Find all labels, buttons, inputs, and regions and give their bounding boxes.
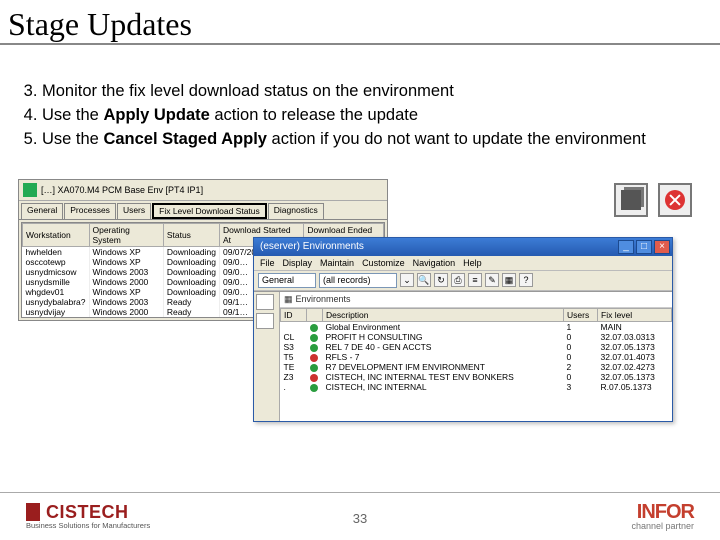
maximize-button[interactable]: □ bbox=[636, 240, 652, 254]
win1-tabs: General Processes Users Fix Level Downlo… bbox=[19, 201, 387, 220]
menu-help[interactable]: Help bbox=[463, 258, 482, 268]
col-workstation[interactable]: Workstation bbox=[23, 223, 90, 246]
cistech-logo: CISTECH Business Solutions for Manufactu… bbox=[26, 503, 150, 530]
col-status[interactable] bbox=[307, 308, 323, 321]
app-icon bbox=[23, 183, 37, 197]
table-row[interactable]: T5RFLS - 7032.07.01.4073 bbox=[281, 352, 672, 362]
page-number: 33 bbox=[353, 511, 367, 526]
toolbar-icon[interactable]: ⌄ bbox=[400, 273, 414, 287]
close-button[interactable]: × bbox=[654, 240, 670, 254]
win2-sidebar bbox=[254, 292, 280, 421]
status-dot-icon bbox=[310, 384, 318, 392]
environments-window: (eserver) Environments _ □ × File Displa… bbox=[253, 237, 673, 422]
win1-title: […] XA070.M4 PCM Base Env [PT4 IP1] bbox=[41, 185, 203, 195]
find-icon[interactable]: 🔍 bbox=[417, 273, 431, 287]
tab-users[interactable]: Users bbox=[117, 203, 151, 219]
win2-toolbar: General (all records) ⌄ 🔍 ↻ ⎙ ≡ ✎ ▦ ? bbox=[254, 271, 672, 291]
refresh-icon[interactable]: ↻ bbox=[434, 273, 448, 287]
screenshot-area: […] XA070.M4 PCM Base Env [PT4 IP1] Gene… bbox=[18, 179, 702, 409]
sidebar-list-icon[interactable] bbox=[256, 313, 274, 329]
grid-icon[interactable]: ▦ bbox=[502, 273, 516, 287]
col-fixlevel[interactable]: Fix level bbox=[598, 308, 672, 321]
status-dot-icon bbox=[310, 374, 318, 382]
help-icon[interactable]: ? bbox=[519, 273, 533, 287]
table-row[interactable]: .CISTECH, INC INTERNAL3R.07.05.1373 bbox=[281, 382, 672, 392]
bullet-5: Use the Cancel Staged Apply action if yo… bbox=[42, 128, 692, 150]
menu-display[interactable]: Display bbox=[283, 258, 313, 268]
win2-main: ▦ Environments ID Description Users Fix … bbox=[280, 292, 672, 421]
win2-titlebar[interactable]: (eserver) Environments _ □ × bbox=[254, 238, 672, 256]
status-dot-icon bbox=[310, 344, 318, 352]
tab-diagnostics[interactable]: Diagnostics bbox=[268, 203, 324, 219]
col-os[interactable]: Operating System bbox=[89, 223, 163, 246]
bullet-list: Monitor the fix level download status on… bbox=[0, 62, 720, 163]
panel-icon: ▦ bbox=[284, 294, 293, 305]
bullet-4: Use the Apply Update action to release t… bbox=[42, 104, 692, 126]
minimize-button[interactable]: _ bbox=[618, 240, 634, 254]
apply-update-icon[interactable] bbox=[614, 183, 648, 217]
win2-menubar: File Display Maintain Customize Navigati… bbox=[254, 256, 672, 271]
table-row[interactable]: Z3CISTECH, INC INTERNAL TEST ENV BONKERS… bbox=[281, 372, 672, 382]
status-dot-icon bbox=[310, 364, 318, 372]
win1-titlebar[interactable]: […] XA070.M4 PCM Base Env [PT4 IP1] bbox=[19, 180, 387, 201]
tab-fix-level[interactable]: Fix Level Download Status bbox=[152, 203, 267, 219]
sidebar-card-icon[interactable] bbox=[256, 294, 274, 310]
tab-general[interactable]: General bbox=[21, 203, 63, 219]
filter-selector[interactable]: (all records) bbox=[319, 273, 397, 288]
win2-title: (eserver) Environments bbox=[256, 241, 616, 252]
status-dot-icon bbox=[310, 334, 318, 342]
infor-logo: INFOR channel partner bbox=[631, 502, 694, 531]
col-id[interactable]: ID bbox=[281, 308, 307, 321]
menu-navigation[interactable]: Navigation bbox=[413, 258, 456, 268]
col-description[interactable]: Description bbox=[323, 308, 564, 321]
edit-icon[interactable]: ✎ bbox=[485, 273, 499, 287]
status-dot-icon bbox=[310, 354, 318, 362]
slide-title: Stage Updates bbox=[0, 0, 720, 45]
menu-file[interactable]: File bbox=[260, 258, 275, 268]
menu-maintain[interactable]: Maintain bbox=[320, 258, 354, 268]
panel-label: ▦ Environments bbox=[280, 292, 672, 308]
action-icons bbox=[614, 183, 692, 217]
col-users[interactable]: Users bbox=[564, 308, 598, 321]
chart-icon[interactable]: ≡ bbox=[468, 273, 482, 287]
col-status[interactable]: Status bbox=[163, 223, 219, 246]
cancel-staged-icon[interactable] bbox=[658, 183, 692, 217]
print-icon[interactable]: ⎙ bbox=[451, 273, 465, 287]
status-dot-icon bbox=[310, 324, 318, 332]
bullet-3: Monitor the fix level download status on… bbox=[42, 80, 692, 102]
table-row[interactable]: S3REL 7 DE 40 - GEN ACCTS032.07.05.1373 bbox=[281, 342, 672, 352]
view-selector[interactable]: General bbox=[258, 273, 316, 288]
table-row[interactable]: Global Environment1MAIN bbox=[281, 321, 672, 332]
table-row[interactable]: CLPROFIT H CONSULTING032.07.03.0313 bbox=[281, 332, 672, 342]
tab-processes[interactable]: Processes bbox=[64, 203, 116, 219]
table-row[interactable]: TER7 DEVELOPMENT IFM ENVIRONMENT232.07.0… bbox=[281, 362, 672, 372]
env-grid[interactable]: ID Description Users Fix level Global En… bbox=[280, 308, 672, 392]
menu-customize[interactable]: Customize bbox=[362, 258, 405, 268]
